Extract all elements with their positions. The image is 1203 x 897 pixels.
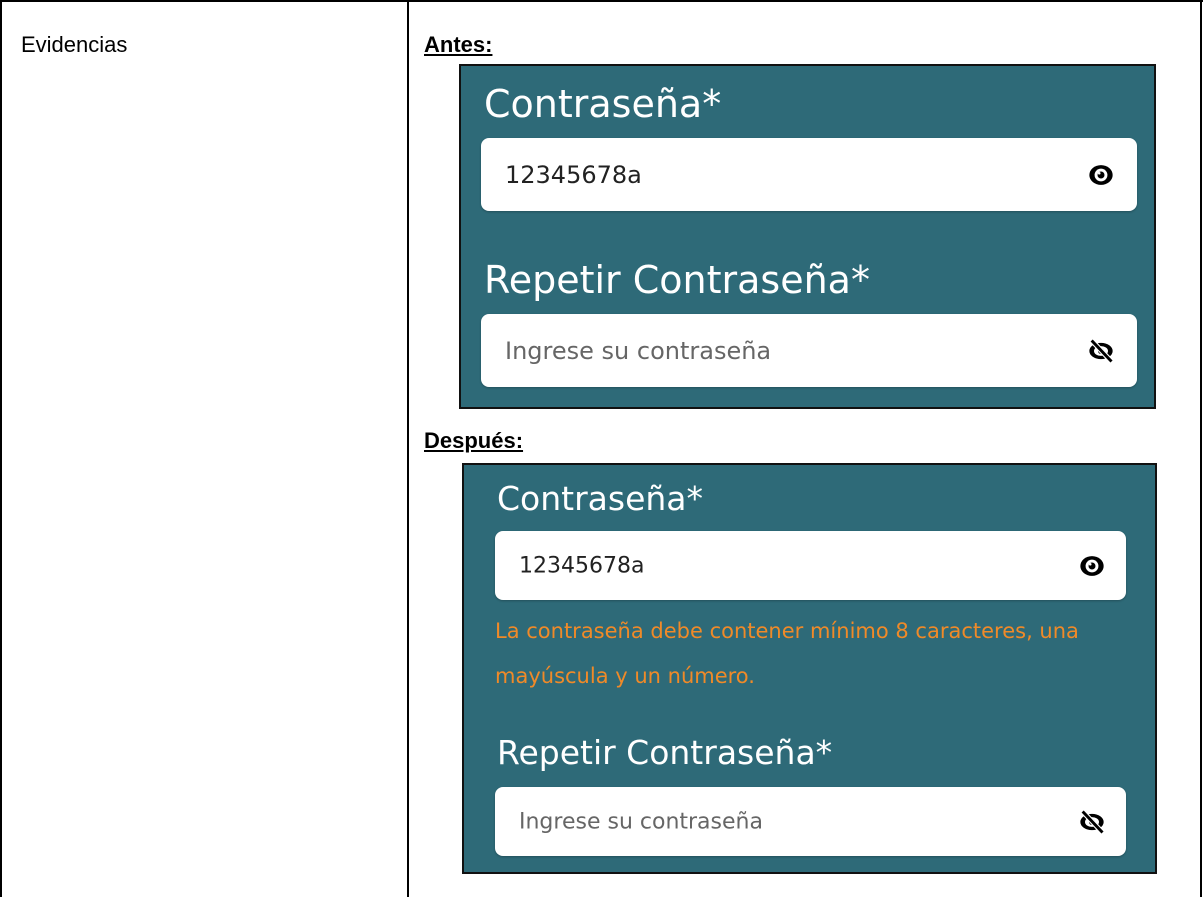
table-column-divider xyxy=(407,0,409,897)
password-label: Contraseña* xyxy=(497,479,704,518)
eye-icon[interactable] xyxy=(1078,552,1106,580)
before-screenshot-panel: Contraseña* 12345678a Repetir Contraseña… xyxy=(459,64,1156,409)
password-value: 12345678a xyxy=(505,160,642,189)
password-label: Contraseña* xyxy=(484,82,722,126)
row-label: Evidencias xyxy=(21,32,128,57)
repeat-password-placeholder: Ingrese su contraseña xyxy=(505,336,772,365)
password-error-message: La contraseña debe contener mínimo 8 car… xyxy=(495,619,1079,688)
password-field[interactable]: 12345678a xyxy=(481,138,1137,211)
repeat-password-label: Repetir Contraseña* xyxy=(484,258,870,302)
repeat-password-label: Repetir Contraseña* xyxy=(497,733,833,772)
eye-icon[interactable] xyxy=(1087,161,1115,189)
eye-slash-icon[interactable] xyxy=(1078,808,1106,836)
table-border-left xyxy=(0,0,2,897)
before-heading: Antes: xyxy=(424,32,493,57)
after-heading: Después: xyxy=(424,428,524,453)
table-border-right xyxy=(1200,0,1202,897)
evidence-table: Evidencias Antes: Contraseña* 12345678a … xyxy=(0,0,1203,897)
repeat-password-placeholder: Ingrese su contraseña xyxy=(519,809,763,834)
repeat-password-field[interactable]: Ingrese su contraseña xyxy=(481,314,1137,387)
repeat-password-field[interactable]: Ingrese su contraseña xyxy=(495,787,1126,856)
password-value: 12345678a xyxy=(519,553,645,578)
after-screenshot-panel: Contraseña* 12345678a La contraseña debe… xyxy=(462,463,1157,874)
password-field[interactable]: 12345678a xyxy=(495,531,1126,600)
table-border-top xyxy=(0,0,1203,2)
eye-slash-icon[interactable] xyxy=(1087,337,1115,365)
